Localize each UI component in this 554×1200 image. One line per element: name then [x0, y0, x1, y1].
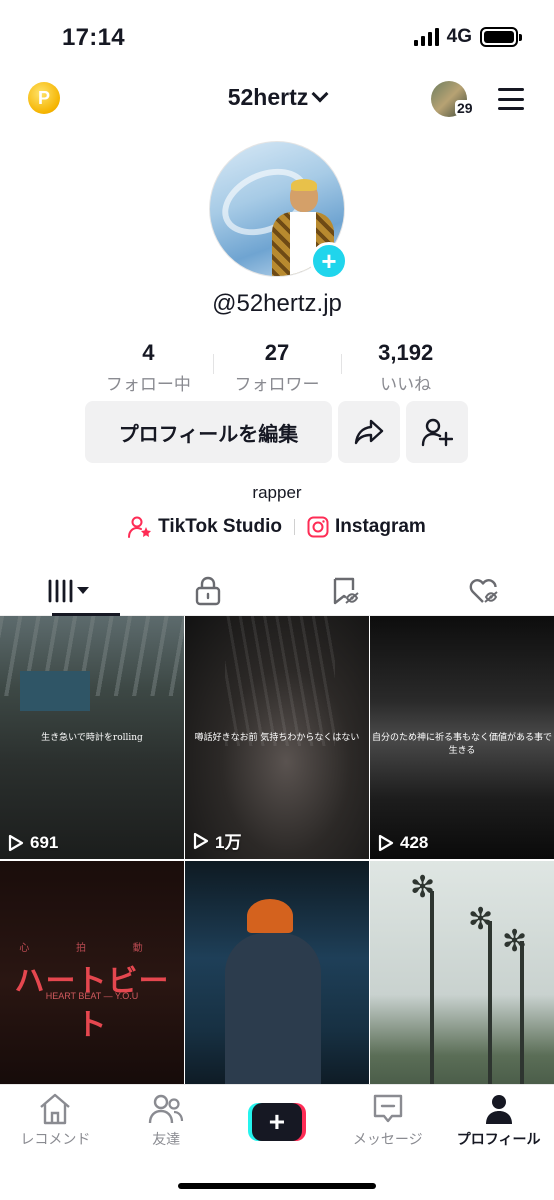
instagram-link[interactable]: Instagram: [307, 516, 426, 538]
video-caption-top: 心 拍 動: [19, 943, 165, 954]
status-indicators: 4G: [413, 26, 522, 48]
header-username: 52hertz: [227, 84, 309, 110]
friends-icon: [148, 1094, 184, 1124]
play-icon: [193, 832, 209, 849]
nav-label: メッセージ: [352, 1131, 423, 1147]
stat-label: いいね: [380, 375, 432, 394]
nav-label: 友達: [152, 1131, 181, 1147]
add-avatar-plus-icon[interactable]: +: [310, 242, 348, 280]
video-caption: 噂話好きなお前 気持ちわからなくはない: [194, 733, 360, 743]
tab-videos[interactable]: [0, 566, 139, 616]
view-count-value: 691: [30, 833, 59, 852]
share-icon: [354, 419, 384, 445]
plus-icon: +: [247, 1103, 306, 1141]
video-thumbnail[interactable]: 噂話好きなお前 気持ちわからなくはない 1万: [185, 616, 369, 859]
profile-icon: [485, 1095, 512, 1124]
chevron-down-icon: [311, 85, 329, 103]
video-caption-sub: HEART BEAT — Y.O.U: [45, 991, 139, 1001]
tab-saved[interactable]: [277, 566, 416, 615]
nav-messages[interactable]: メッセージ: [332, 1085, 443, 1155]
status-bar: 17:14 4G: [0, 0, 554, 72]
stat-value: 27: [264, 340, 290, 365]
saved-icon: [334, 577, 359, 604]
stat-following[interactable]: 4 フォロー中: [84, 340, 213, 395]
video-thumbnail[interactable]: 生き急いで時計をrolling 691: [0, 616, 184, 859]
play-icon: [8, 834, 24, 852]
view-count: 428: [378, 833, 428, 853]
video-thumbnail[interactable]: ✻ ✻ ✻: [370, 861, 554, 1104]
view-count-value: 428: [400, 833, 429, 852]
video-caption: 生き急いで時計をrolling: [41, 733, 143, 743]
profile-tabs: [0, 566, 554, 616]
signal-icon: [413, 28, 439, 46]
nav-friends[interactable]: 友達: [111, 1085, 222, 1155]
video-thumbnail[interactable]: [185, 861, 369, 1104]
profile-bio: rapper: [252, 483, 302, 502]
video-thumbnail[interactable]: 自分のため神に祈る事もなく価値がある事で生きる 428: [370, 616, 554, 859]
lock-icon: [195, 576, 220, 605]
view-count-value: 1万: [215, 833, 242, 852]
home-icon: [40, 1093, 71, 1125]
tab-private[interactable]: [139, 566, 278, 615]
nav-label: レコメンド: [20, 1131, 91, 1147]
video-thumbnail[interactable]: 心 拍 動 ハートビート HEART BEAT — Y.O.U: [0, 861, 184, 1104]
stat-value: 3,192: [378, 340, 434, 365]
home-indicator[interactable]: [178, 1183, 376, 1189]
profile-handle: @52hertz.jp: [212, 290, 342, 317]
link-divider: [294, 519, 296, 535]
link-label: TikTok Studio: [158, 516, 283, 537]
stat-likes[interactable]: 3,192 いいね: [341, 340, 470, 395]
profile-header: P 52hertz 29: [0, 78, 554, 120]
friend-count-badge: 29: [455, 100, 475, 116]
profile-stats: 4 フォロー中 27 フォロワー 3,192 いいね: [84, 340, 470, 395]
video-grid: 生き急いで時計をrolling 691 噂話好きなお前 気持ちわからなくはない …: [0, 616, 554, 1104]
status-time: 17:14: [62, 24, 125, 51]
bottom-navigation: レコメンド 友達 + メッセージ プロフィール: [0, 1084, 554, 1200]
add-person-icon: [421, 418, 453, 447]
share-profile-button[interactable]: [338, 401, 400, 463]
link-label: Instagram: [335, 516, 426, 537]
tiktok-studio-link[interactable]: TikTok Studio: [128, 516, 282, 538]
nav-create[interactable]: +: [222, 1085, 333, 1155]
battery-icon: [480, 27, 522, 47]
network-type: 4G: [446, 26, 472, 47]
nav-profile[interactable]: プロフィール: [443, 1085, 554, 1155]
video-caption: 自分のため神に祈る事もなく価値がある事で生きる: [371, 733, 552, 756]
liked-icon: [469, 578, 498, 603]
stat-followers[interactable]: 27 フォロワー: [212, 340, 342, 395]
profile-actions: プロフィールを編集: [85, 401, 468, 463]
instagram-icon: [307, 516, 329, 538]
stat-label: フォロワー: [234, 375, 320, 394]
edit-profile-button[interactable]: プロフィールを編集: [85, 401, 332, 463]
person-star-icon: [128, 516, 152, 538]
stat-label: フォロー中: [105, 375, 191, 394]
videos-grid-icon: [48, 579, 90, 602]
view-count: 1万: [193, 828, 241, 853]
play-icon: [378, 834, 394, 852]
message-icon: [373, 1094, 402, 1123]
profile-links: TikTok Studio Instagram: [0, 516, 554, 538]
tab-liked[interactable]: [416, 566, 554, 615]
add-friend-button[interactable]: [406, 401, 468, 463]
hamburger-menu-icon[interactable]: [498, 88, 524, 110]
nav-label: プロフィール: [456, 1131, 541, 1147]
view-count: 691: [8, 833, 58, 853]
stat-value: 4: [142, 340, 155, 365]
nav-recommend[interactable]: レコメンド: [0, 1085, 111, 1155]
